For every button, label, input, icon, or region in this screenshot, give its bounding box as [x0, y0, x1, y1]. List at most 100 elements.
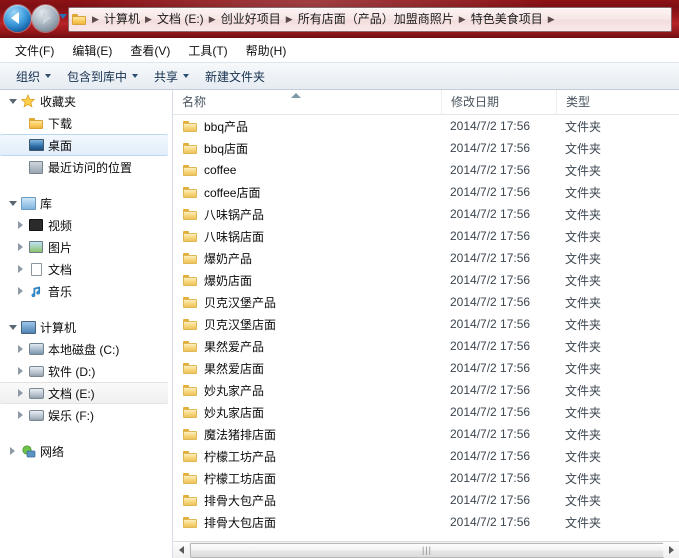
table-row[interactable]: bbq店面 2014/7/2 17:56 文件夹	[173, 137, 679, 159]
breadcrumb-separator[interactable]: ▶	[89, 8, 102, 31]
expander-icon[interactable]	[14, 221, 27, 229]
breadcrumb-item-drive-e[interactable]: 文档 (E:)	[155, 8, 206, 31]
table-row[interactable]: coffee 2014/7/2 17:56 文件夹	[173, 159, 679, 181]
table-row[interactable]: bbq产品 2014/7/2 17:56 文件夹	[173, 115, 679, 137]
breadcrumb-item-projects[interactable]: 创业好项目	[219, 8, 283, 31]
organize-button[interactable]: 组织	[8, 65, 59, 88]
breadcrumb-separator[interactable]: ▶	[456, 8, 469, 31]
sidebar-group-favorites[interactable]: 收藏夹	[0, 90, 172, 112]
sidebar-item-videos-label: 视频	[48, 218, 73, 233]
expander-icon[interactable]	[6, 200, 19, 206]
file-name: bbq店面	[204, 141, 249, 156]
folder-icon	[183, 296, 198, 309]
sidebar-item-drive-c[interactable]: 本地磁盘 (C:)	[0, 338, 172, 360]
sidebar-item-drive-c-label: 本地磁盘 (C:)	[48, 342, 120, 357]
table-row[interactable]: 柠檬工坊店面 2014/7/2 17:56 文件夹	[173, 467, 679, 489]
new-folder-button[interactable]: 新建文件夹	[197, 65, 273, 88]
menu-edit[interactable]: 编辑(E)	[63, 40, 121, 61]
scroll-right-button[interactable]	[663, 542, 679, 557]
sidebar-item-documents[interactable]: 文档	[0, 258, 172, 280]
file-type: 文件夹	[565, 163, 602, 178]
table-row[interactable]: 果然爱店面 2014/7/2 17:56 文件夹	[173, 357, 679, 379]
breadcrumb-item-current[interactable]: 特色美食项目	[469, 8, 545, 31]
column-header-type[interactable]: 类型	[556, 90, 679, 114]
table-row[interactable]: 八味锅店面 2014/7/2 17:56 文件夹	[173, 225, 679, 247]
table-row[interactable]: coffee店面 2014/7/2 17:56 文件夹	[173, 181, 679, 203]
folder-icon	[183, 428, 198, 441]
table-row[interactable]: 排骨大包产品 2014/7/2 17:56 文件夹	[173, 489, 679, 511]
expander-icon[interactable]	[14, 243, 27, 251]
sidebar-group-network[interactable]: 网络	[0, 440, 172, 462]
file-list-pane[interactable]: 名称 修改日期 类型 bbq产品 2014/7/2 17:56 文件夹 bbq店面 2…	[173, 90, 679, 558]
menu-view[interactable]: 查看(V)	[121, 40, 179, 61]
expander-icon[interactable]	[6, 324, 19, 330]
breadcrumb-item-computer[interactable]: 计算机	[102, 8, 142, 31]
file-type: 文件夹	[565, 207, 602, 222]
back-button[interactable]	[4, 5, 31, 32]
file-name-cell: 八味锅店面	[173, 228, 441, 245]
menu-help[interactable]: 帮助(H)	[237, 40, 296, 61]
forward-button[interactable]	[32, 5, 59, 32]
sidebar-item-pictures[interactable]: 图片	[0, 236, 172, 258]
expander-icon[interactable]	[14, 411, 27, 419]
sidebar-item-music[interactable]: 音乐	[0, 280, 172, 302]
folder-icon	[183, 384, 198, 397]
expander-icon[interactable]	[14, 345, 27, 353]
expander-icon[interactable]	[14, 389, 27, 397]
file-date: 2014/7/2 17:56	[450, 119, 531, 133]
file-date: 2014/7/2 17:56	[450, 317, 531, 331]
sidebar-item-drive-d[interactable]: 软件 (D:)	[0, 360, 172, 382]
column-header-row: 名称 修改日期 类型	[173, 90, 679, 115]
expander-icon[interactable]	[6, 98, 19, 104]
column-header-date[interactable]: 修改日期	[441, 90, 556, 114]
table-row[interactable]: 爆奶店面 2014/7/2 17:56 文件夹	[173, 269, 679, 291]
horizontal-scrollbar[interactable]: |||	[173, 541, 679, 558]
table-row[interactable]: 八味锅产品 2014/7/2 17:56 文件夹	[173, 203, 679, 225]
sidebar-item-desktop[interactable]: 桌面	[0, 134, 168, 156]
table-row[interactable]: 贝克汉堡产品 2014/7/2 17:56 文件夹	[173, 291, 679, 313]
column-header-name[interactable]: 名称	[173, 90, 441, 114]
table-row[interactable]: 妙丸家产品 2014/7/2 17:56 文件夹	[173, 379, 679, 401]
sidebar-item-downloads[interactable]: 下载	[0, 112, 172, 134]
table-row[interactable]: 果然爱产品 2014/7/2 17:56 文件夹	[173, 335, 679, 357]
documents-icon	[27, 262, 45, 276]
table-row[interactable]: 贝克汉堡店面 2014/7/2 17:56 文件夹	[173, 313, 679, 335]
file-name: 八味锅店面	[204, 229, 265, 244]
menu-file[interactable]: 文件(F)	[6, 40, 63, 61]
expander-icon[interactable]	[14, 287, 27, 295]
sidebar-group-libraries[interactable]: 库	[0, 192, 172, 214]
sidebar-item-videos[interactable]: 视频	[0, 214, 172, 236]
share-with-label: 共享	[154, 69, 179, 84]
table-row[interactable]: 爆奶产品 2014/7/2 17:56 文件夹	[173, 247, 679, 269]
breadcrumb-item-photos[interactable]: 所有店面（产品）加盟商照片	[296, 8, 456, 31]
breadcrumb-separator[interactable]: ▶	[283, 8, 296, 31]
file-name-cell: 柠檬工坊店面	[173, 470, 441, 487]
breadcrumb-separator[interactable]: ▶	[545, 8, 558, 31]
expander-icon[interactable]	[14, 265, 27, 273]
navigation-pane[interactable]: 收藏夹 下载 桌面 最近访问的位置 库 视频 图片 文档 音乐 计算机 本地磁盘…	[0, 90, 173, 558]
table-row[interactable]: 排骨大包店面 2014/7/2 17:56 文件夹	[173, 511, 679, 533]
include-in-library-button[interactable]: 包含到库中	[59, 65, 146, 88]
sidebar-item-recent-places[interactable]: 最近访问的位置	[0, 156, 172, 178]
history-dropdown-icon[interactable]	[59, 14, 67, 19]
scroll-left-button[interactable]	[173, 542, 189, 557]
sidebar-group-computer[interactable]: 计算机	[0, 316, 172, 338]
sidebar-item-drive-e[interactable]: 文档 (E:)	[0, 382, 168, 404]
recent-places-icon	[27, 160, 45, 174]
share-with-button[interactable]: 共享	[146, 65, 197, 88]
address-bar[interactable]: ▶ 计算机 ▶ 文档 (E:) ▶ 创业好项目 ▶ 所有店面（产品）加盟商照片 …	[68, 7, 672, 32]
folder-icon	[183, 274, 198, 287]
file-type: 文件夹	[565, 471, 602, 486]
table-row[interactable]: 妙丸家店面 2014/7/2 17:56 文件夹	[173, 401, 679, 423]
scrollbar-thumb[interactable]: |||	[190, 543, 664, 558]
expander-icon[interactable]	[14, 367, 27, 375]
table-row[interactable]: 柠檬工坊产品 2014/7/2 17:56 文件夹	[173, 445, 679, 467]
sidebar-item-drive-f[interactable]: 娱乐 (F:)	[0, 404, 172, 426]
table-row[interactable]: 魔法猪排店面 2014/7/2 17:56 文件夹	[173, 423, 679, 445]
expander-icon[interactable]	[6, 447, 19, 455]
breadcrumb-separator[interactable]: ▶	[142, 8, 155, 31]
new-folder-label: 新建文件夹	[205, 69, 266, 84]
breadcrumb-separator[interactable]: ▶	[206, 8, 219, 31]
folder-icon	[183, 450, 198, 463]
menu-tools[interactable]: 工具(T)	[179, 40, 236, 61]
